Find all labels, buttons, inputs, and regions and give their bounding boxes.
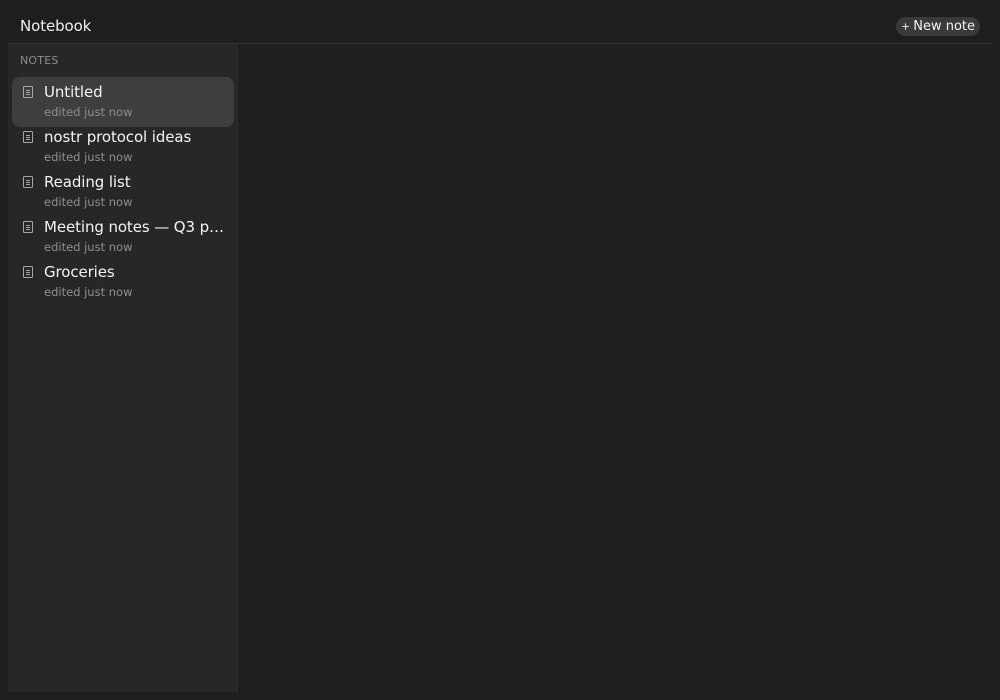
note-title: Reading list bbox=[44, 173, 131, 191]
document-icon bbox=[23, 221, 33, 233]
app-title: Notebook bbox=[20, 17, 92, 35]
plus-icon: + bbox=[901, 20, 911, 33]
note-meta: edited just now bbox=[44, 105, 133, 119]
notebook-app: Notebook + New note NOTES Untitled edite… bbox=[0, 0, 1000, 700]
note-item-untitled[interactable]: Untitled edited just now bbox=[12, 77, 234, 127]
document-icon bbox=[23, 176, 33, 188]
note-title: Meeting notes — Q3 planning bbox=[44, 218, 226, 236]
note-meta: edited just now bbox=[44, 285, 133, 299]
new-note-button[interactable]: + New note bbox=[896, 17, 980, 36]
note-item-reading-list[interactable]: Reading list edited just now bbox=[12, 167, 234, 212]
note-title: Untitled bbox=[44, 83, 103, 101]
note-item-meeting-notes[interactable]: Meeting notes — Q3 planning edited just … bbox=[12, 212, 234, 257]
new-note-label: New note bbox=[913, 19, 975, 34]
document-icon bbox=[23, 86, 33, 98]
app-header: Notebook + New note bbox=[8, 8, 992, 44]
document-icon bbox=[23, 131, 33, 143]
note-editor[interactable] bbox=[238, 44, 992, 692]
document-icon bbox=[23, 266, 33, 278]
note-meta: edited just now bbox=[44, 240, 133, 254]
note-title: nostr protocol ideas bbox=[44, 128, 192, 146]
note-title: Groceries bbox=[44, 263, 115, 281]
note-item-nostr-protocol-ideas[interactable]: nostr protocol ideas edited just now bbox=[12, 122, 234, 167]
notes-section-label: NOTES bbox=[20, 54, 59, 67]
notes-sidebar: NOTES Untitled edited just now nostr pro… bbox=[8, 44, 238, 692]
note-list: Untitled edited just now nostr protocol … bbox=[12, 77, 234, 302]
note-meta: edited just now bbox=[44, 150, 133, 164]
note-item-groceries[interactable]: Groceries edited just now bbox=[12, 257, 234, 302]
note-meta: edited just now bbox=[44, 195, 133, 209]
